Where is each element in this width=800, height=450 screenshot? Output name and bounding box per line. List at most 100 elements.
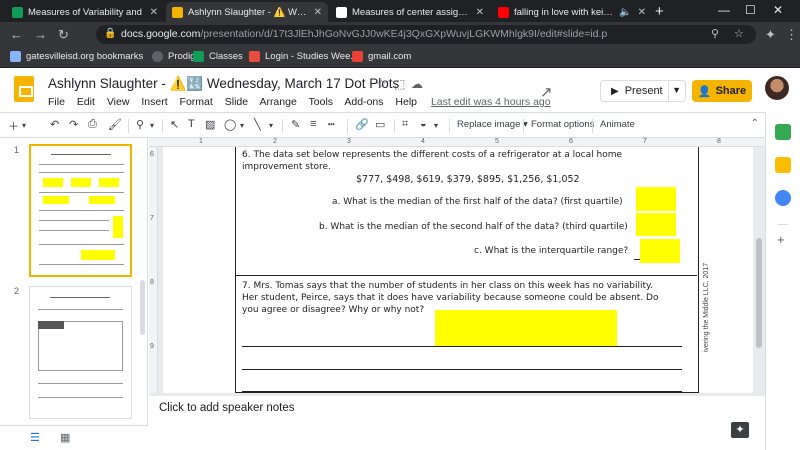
slide-canvas[interactable]: 6. The data set below represents the dif…: [163, 147, 753, 393]
menu-help[interactable]: Help: [395, 96, 417, 108]
question-6c-text: c. What is the interquartile range?: [474, 246, 629, 256]
browser-tab[interactable]: falling in love with keigo taka 🔈 ✕: [492, 2, 652, 22]
menu-slide[interactable]: Slide: [225, 96, 248, 108]
thumb-highlight: [113, 216, 123, 238]
close-icon[interactable]: ✕: [638, 7, 646, 18]
menu-format[interactable]: Format: [180, 96, 213, 108]
slides-favicon-icon: [172, 6, 183, 18]
bookmark-item[interactable]: Classes: [193, 51, 243, 62]
slide-thumbnail[interactable]: [29, 286, 132, 419]
back-icon[interactable]: ←: [10, 27, 23, 42]
chevron-down-icon[interactable]: ▾: [22, 121, 26, 130]
browser-tab[interactable]: Measures of center assignment ✕: [330, 2, 490, 22]
new-slide-button[interactable]: ＋: [8, 118, 19, 134]
grid-view-icon[interactable]: ▦: [60, 431, 70, 444]
keep-icon[interactable]: [775, 157, 791, 173]
document-title[interactable]: Ashlynn Slaughter - ⚠️🔣 Wednesday, March…: [48, 76, 399, 92]
slide-number: 1: [14, 145, 20, 155]
mask-image-icon[interactable]: ◒: [420, 118, 427, 130]
answer-box-7[interactable]: [435, 310, 617, 347]
menu-insert[interactable]: Insert: [141, 96, 167, 108]
ruler-tick: 7: [643, 138, 647, 145]
calendar-icon[interactable]: [775, 124, 791, 140]
worksheet-image[interactable]: 6. The data set below represents the dif…: [235, 147, 699, 393]
paint-format-icon[interactable]: 🖌: [108, 118, 122, 131]
last-edit-link[interactable]: Last edit was 4 hours ago: [431, 96, 551, 108]
chevron-up-icon[interactable]: ⌃: [751, 118, 759, 129]
chevron-down-icon[interactable]: ▾: [269, 121, 273, 130]
browser-menu-icon[interactable]: ⋮: [785, 27, 798, 43]
location-icon[interactable]: ⚲: [711, 27, 719, 40]
chevron-down-icon[interactable]: ▾: [240, 121, 244, 130]
answer-box-6a[interactable]: [636, 187, 676, 211]
print-icon[interactable]: ⎙: [88, 118, 97, 131]
reload-icon[interactable]: ↻: [58, 27, 69, 43]
explore-icon[interactable]: ✦: [731, 422, 749, 438]
share-button[interactable]: 👤 Share: [692, 80, 752, 102]
window-close-button[interactable]: ✕: [773, 3, 783, 17]
bookmark-item[interactable]: Login - Studies Wee...: [249, 51, 358, 62]
menu-edit[interactable]: Edit: [77, 96, 95, 108]
border-weight-icon[interactable]: ≡: [310, 118, 316, 130]
answer-box-6b[interactable]: [636, 213, 676, 236]
forward-icon[interactable]: →: [34, 27, 47, 42]
sheets-favicon-icon: [12, 6, 23, 18]
zoom-icon[interactable]: ⚲: [136, 118, 144, 131]
close-icon[interactable]: ✕: [476, 7, 484, 18]
close-icon[interactable]: ✕: [314, 7, 322, 18]
menu-tools[interactable]: Tools: [309, 96, 334, 108]
menu-addons[interactable]: Add-ons: [344, 96, 383, 108]
address-bar[interactable]: 🔒 docs.google.com/presentation/d/17t3JlE…: [96, 25, 756, 44]
link-icon[interactable]: 🔗: [355, 118, 369, 131]
slide-thumbnail-selected[interactable]: [29, 144, 132, 277]
extensions-icon[interactable]: ✦: [765, 27, 776, 43]
add-on-plus-icon[interactable]: +: [777, 232, 785, 247]
menu-file[interactable]: File: [48, 96, 65, 108]
redo-icon[interactable]: ↷: [69, 118, 78, 131]
bookmark-star-icon[interactable]: ☆: [734, 27, 744, 40]
browser-tab[interactable]: Measures of Variability and ✕: [6, 2, 164, 22]
avatar[interactable]: [765, 76, 789, 100]
crop-icon[interactable]: ⌗: [402, 118, 408, 131]
browser-tab-active[interactable]: Ashlynn Slaughter - ⚠️ Wedne ✕: [166, 2, 328, 22]
speaker-notes-placeholder[interactable]: Click to add speaker notes: [159, 402, 295, 414]
maximize-button[interactable]: ☐: [745, 3, 756, 17]
star-icon[interactable]: ☆: [376, 77, 387, 91]
border-dash-icon[interactable]: ┅: [328, 118, 335, 131]
close-icon[interactable]: ✕: [150, 7, 158, 18]
select-cursor-icon[interactable]: ↖: [170, 118, 179, 131]
text-box-icon[interactable]: T: [188, 118, 195, 130]
bookmark-item[interactable]: gmail.com: [352, 51, 411, 62]
format-options-button[interactable]: Format options: [531, 119, 594, 130]
minimize-button[interactable]: —: [718, 3, 730, 17]
line-icon[interactable]: ╲: [254, 118, 261, 131]
bookmarks-bar: gatesvilleisd.org bookmarks Prodigy Clas…: [0, 47, 800, 68]
question-6-text: 6. The data set below represents the dif…: [242, 150, 623, 160]
chevron-down-icon[interactable]: ▼: [672, 85, 681, 95]
tasks-icon[interactable]: [775, 190, 791, 206]
speaker-notes[interactable]: Click to add speaker notes ✦: [149, 396, 765, 450]
undo-icon[interactable]: ↶: [50, 118, 59, 131]
answer-box-6c[interactable]: [640, 239, 680, 263]
chevron-down-icon[interactable]: ▾: [150, 121, 154, 130]
menu-arrange[interactable]: Arrange: [259, 96, 296, 108]
replace-image-button[interactable]: Replace image ▾: [457, 119, 528, 130]
image-icon[interactable]: ▨: [205, 118, 215, 131]
new-tab-button[interactable]: +: [655, 3, 664, 20]
filmstrip-view-icon[interactable]: ☰: [30, 431, 40, 444]
activity-trend-icon[interactable]: ↗: [540, 83, 553, 101]
chevron-down-icon[interactable]: ▾: [434, 121, 438, 130]
shape-icon[interactable]: ◯: [224, 118, 236, 131]
menu-view[interactable]: View: [107, 96, 130, 108]
present-button[interactable]: ▶ Present ▼: [600, 80, 686, 102]
google-slides-logo-icon[interactable]: [14, 76, 34, 102]
editor-scrollbar[interactable]: [756, 238, 762, 348]
animate-button[interactable]: Animate: [600, 119, 635, 130]
filmstrip-scrollbar[interactable]: [140, 280, 145, 335]
move-folder-icon[interactable]: ⬚: [394, 77, 405, 91]
comment-icon[interactable]: ▭: [375, 118, 385, 131]
bookmark-folder[interactable]: gatesvilleisd.org bookmarks: [10, 51, 143, 62]
bookmark-label: gatesvilleisd.org bookmarks: [26, 51, 144, 62]
audio-icon[interactable]: 🔈: [619, 7, 631, 18]
border-color-icon[interactable]: ✎: [291, 118, 300, 131]
